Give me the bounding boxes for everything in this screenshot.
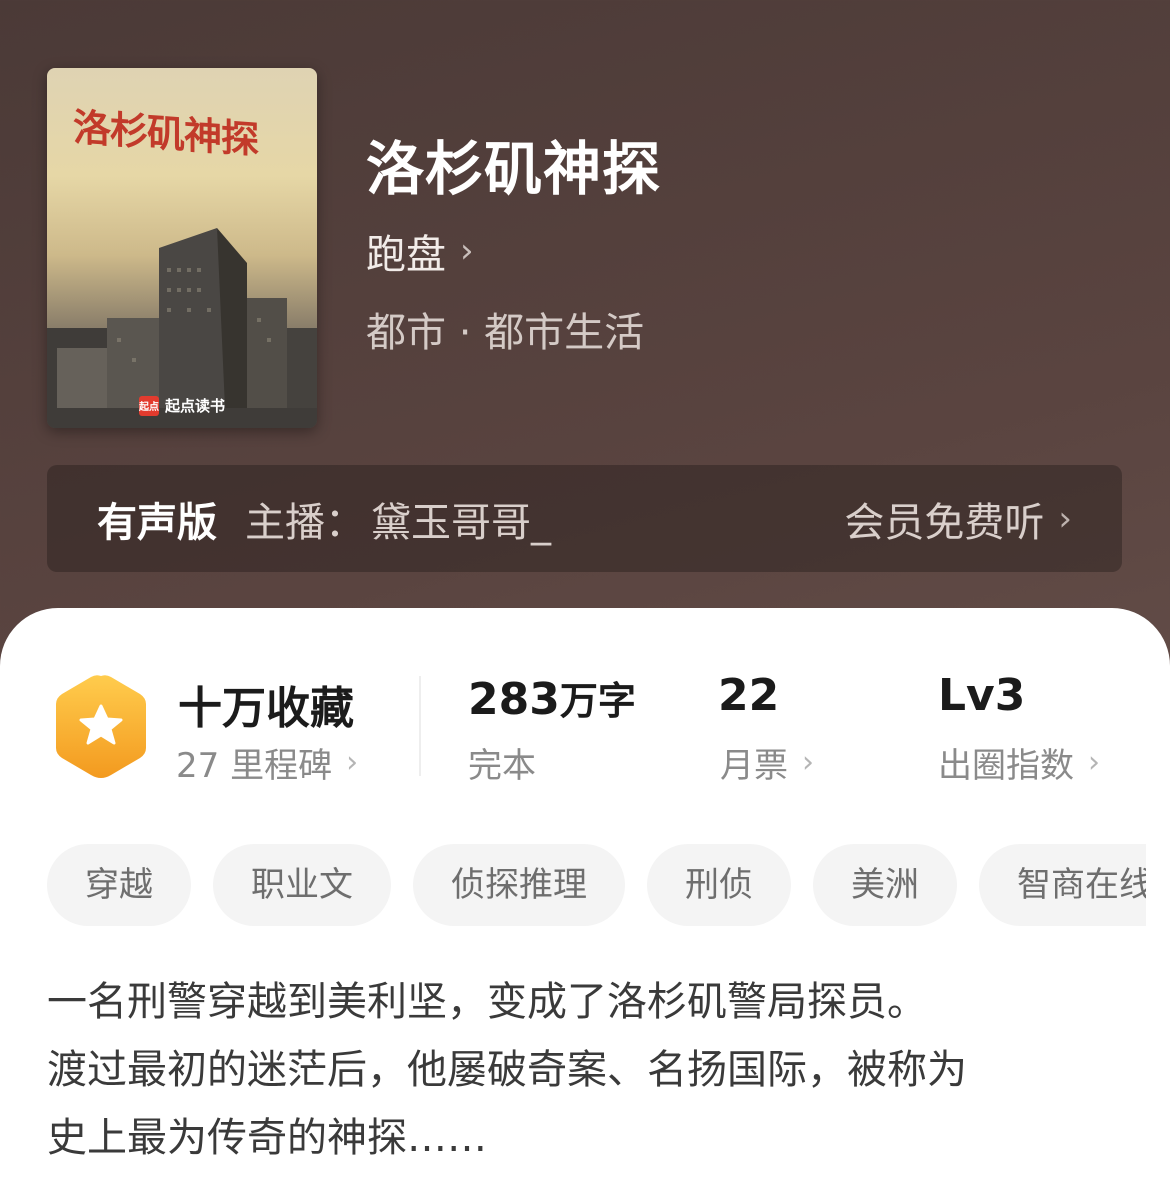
tag-list: 穿越 职业文 侦探推理 刑侦 美洲 智商在线	[47, 844, 1146, 926]
word-count-unit: 万字	[559, 679, 636, 723]
level-label: 出圈指数	[938, 746, 1074, 786]
synopsis-line: 史上最为传奇的神探……	[47, 1115, 487, 1161]
monthly-tickets-count: 22	[718, 670, 780, 721]
monthly-tickets-label: 月票	[720, 746, 788, 786]
book-status-label: 完本	[468, 746, 536, 786]
synopsis-line: 渡过最初的迷茫后，他屡破奇案、名扬国际，被称为	[47, 1047, 967, 1093]
word-count-number: 283	[468, 674, 560, 725]
stats-divider	[419, 676, 421, 776]
level-link[interactable]: 出圈指数 ›	[938, 738, 1100, 787]
milestones-label: 27 里程碑	[176, 746, 333, 786]
audio-label: 有声版	[97, 499, 217, 546]
chevron-right-icon: ›	[1058, 498, 1072, 539]
milestones-link[interactable]: 27 里程碑 ›	[176, 738, 358, 787]
word-count: 283万字	[468, 670, 636, 725]
book-title: 洛杉矶神探	[366, 135, 662, 203]
audio-host-name: 黛玉哥哥_	[371, 499, 551, 546]
tag-chip[interactable]: 职业文	[213, 844, 391, 926]
author-link[interactable]: 跑盘 ›	[366, 222, 474, 280]
cover-title: 洛杉矶神探	[73, 104, 259, 163]
book-status: 完本	[468, 738, 536, 787]
chevron-right-icon: ›	[1088, 745, 1100, 780]
author-name: 跑盘	[366, 232, 446, 278]
tag-chip[interactable]: 侦探推理	[413, 844, 625, 926]
level-value: Lv3	[938, 670, 1026, 721]
tag-chip[interactable]: 刑侦	[647, 844, 791, 926]
audio-host: 主播： 黛玉哥哥_	[245, 490, 551, 548]
cover-brand: 起点 起点读书	[139, 395, 225, 416]
chevron-right-icon: ›	[802, 745, 814, 780]
audio-cta-label: 会员免费听	[844, 499, 1045, 546]
monthly-tickets-link[interactable]: 月票 ›	[720, 738, 814, 787]
audio-host-prefix: 主播：	[245, 499, 365, 546]
book-synopsis[interactable]: 一名刑警穿越到美利坚，变成了洛杉矶警局探员。 渡过最初的迷茫后，他屡破奇案、名扬…	[47, 968, 1127, 1172]
tag-chip[interactable]: 穿越	[47, 844, 191, 926]
cover-brand-name: 起点读书	[165, 397, 226, 415]
tag-chip[interactable]: 智商在线	[979, 844, 1146, 926]
synopsis-line: 一名刑警穿越到美利坚，变成了洛杉矶警局探员。	[47, 979, 927, 1025]
favorites-count: 十万收藏	[178, 683, 354, 734]
qidian-logo-icon: 起点	[139, 395, 159, 416]
chevron-right-icon: ›	[460, 231, 474, 271]
star-hexagon-icon	[56, 675, 146, 778]
book-category: 都市 · 都市生活	[366, 310, 645, 356]
member-free-listen-button[interactable]: 会员免费听 ›	[844, 490, 1072, 548]
tag-chip[interactable]: 美洲	[813, 844, 957, 926]
chevron-right-icon: ›	[346, 745, 359, 780]
book-cover[interactable]: 洛杉矶神探 起点 起点读书	[47, 68, 317, 428]
audio-version-bar[interactable]: 有声版 主播： 黛玉哥哥_ 会员免费听 ›	[47, 465, 1122, 572]
